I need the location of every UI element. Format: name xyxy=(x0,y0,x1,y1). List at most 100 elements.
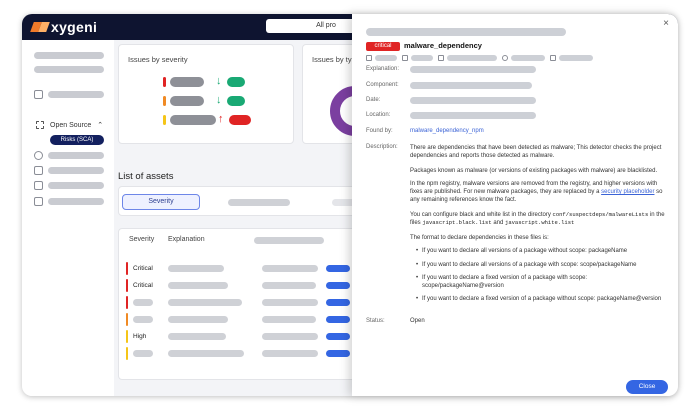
action-chip[interactable] xyxy=(326,316,350,323)
sidebar-item[interactable] xyxy=(48,198,104,205)
severity-filter-button[interactable]: Severity xyxy=(122,194,200,210)
sidebar-item[interactable] xyxy=(48,152,104,159)
description-paragraph: Packages known as malware (or versions o… xyxy=(410,168,658,174)
logo-text: xygeni xyxy=(51,19,98,35)
severity-marker xyxy=(126,330,128,343)
filter-option[interactable] xyxy=(228,199,290,206)
panel-header-placeholder xyxy=(366,28,566,36)
cell xyxy=(168,316,228,323)
meta-icon xyxy=(366,55,372,61)
action-chip[interactable] xyxy=(326,299,350,306)
location-value xyxy=(410,112,536,119)
sidebar-item[interactable] xyxy=(34,66,104,73)
tool-icon xyxy=(550,55,556,61)
column-header-severity[interactable]: Severity xyxy=(129,236,154,243)
list-item: If you want to declare all versions of a… xyxy=(416,261,670,269)
sidebar-item-label: Open Source xyxy=(50,121,92,129)
description-paragraph: In the npm registry, malware versions ar… xyxy=(410,181,663,204)
cell xyxy=(168,299,242,306)
security-placeholder-link[interactable]: security placeholder xyxy=(601,189,654,195)
code-snippet: javascript.white.list xyxy=(505,219,575,227)
cell xyxy=(262,299,318,306)
chevron-up-icon: ⌃ xyxy=(97,122,104,129)
cell xyxy=(262,282,316,289)
medium-marker xyxy=(163,96,166,106)
cell xyxy=(133,316,153,323)
severity-marker xyxy=(126,262,128,275)
arrow-up-icon: ↑ xyxy=(218,113,224,125)
meta-value xyxy=(375,55,397,61)
sidebar: Open Source ⌃ Risks (SCA) xyxy=(22,40,114,396)
list-item: If you want to declare a fixed version o… xyxy=(416,274,670,290)
action-chip[interactable] xyxy=(326,333,350,340)
sidebar-item[interactable] xyxy=(48,167,104,174)
severity-marker xyxy=(126,296,128,309)
description-paragraph: You can configure black and white list i… xyxy=(410,211,665,227)
trend-pill xyxy=(227,77,245,87)
card-title: Issues by typ xyxy=(312,55,356,64)
meta-value xyxy=(559,55,593,61)
component-value xyxy=(410,82,532,89)
close-icon[interactable]: × xyxy=(663,18,669,29)
column-header-explanation[interactable]: Explanation xyxy=(168,236,205,243)
severity-bar xyxy=(170,96,204,106)
severity-label: Critical xyxy=(133,282,153,289)
component-label: Component: xyxy=(366,82,399,88)
logo-icon xyxy=(32,20,48,34)
severity-bar xyxy=(170,77,204,87)
found-by-link[interactable]: malware_dependency_npm xyxy=(410,128,484,134)
meta-icon xyxy=(402,55,408,61)
high-marker xyxy=(163,115,166,125)
explanation-value xyxy=(410,66,536,73)
sidebar-item[interactable] xyxy=(48,91,104,98)
cell xyxy=(262,333,318,340)
severity-bar xyxy=(170,115,216,125)
sidebar-item[interactable] xyxy=(34,52,104,59)
cell xyxy=(168,333,226,340)
date-value xyxy=(410,97,536,104)
settings-icon xyxy=(34,197,43,206)
list-of-assets-title: List of assets xyxy=(118,171,174,182)
cell xyxy=(262,350,318,357)
cell xyxy=(168,282,228,289)
sidebar-item-open-source[interactable]: Open Source ⌃ xyxy=(36,121,103,129)
meta-value xyxy=(411,55,433,61)
meta-value xyxy=(447,55,497,61)
severity-label: High xyxy=(133,333,147,340)
action-chip[interactable] xyxy=(326,265,350,272)
sidebar-item-risks-sca[interactable]: Risks (SCA) xyxy=(50,135,104,145)
card-title: Issues by severity xyxy=(128,55,188,64)
code-snippet: conf/suspectdeps/malwareLists xyxy=(552,211,649,218)
issue-detail-panel: × critical malware_dependency Explanatio… xyxy=(352,14,678,396)
code-snippet: javascript.black.list xyxy=(422,219,492,227)
critical-marker xyxy=(163,77,166,87)
severity-marker xyxy=(126,279,128,292)
close-button[interactable]: Close xyxy=(626,380,668,394)
cell xyxy=(262,316,316,323)
severity-badge: critical xyxy=(366,42,400,51)
cell xyxy=(133,299,153,306)
cell xyxy=(168,265,224,272)
status-value: Open xyxy=(410,318,425,324)
description-paragraph: There are dependencies that have been de… xyxy=(410,145,662,160)
arrow-down-icon: ↓ xyxy=(216,75,222,87)
xygeni-logo[interactable]: xygeni xyxy=(32,19,97,35)
refresh-icon xyxy=(502,55,508,61)
explanation-label: Explanation: xyxy=(366,66,400,72)
found-by-label: Found by: xyxy=(366,128,393,134)
arrow-down-icon: ↓ xyxy=(216,94,222,106)
document-icon xyxy=(34,181,43,190)
action-chip[interactable] xyxy=(326,350,350,357)
date-label: Date: xyxy=(366,97,381,103)
trend-pill xyxy=(227,96,245,106)
package-icon xyxy=(34,166,43,175)
filter-icon xyxy=(34,90,43,99)
issues-by-severity-card: Issues by severity ↓ ↓ ↑ xyxy=(118,44,294,144)
action-chip[interactable] xyxy=(326,282,350,289)
column-header[interactable] xyxy=(254,237,324,244)
sidebar-item[interactable] xyxy=(48,182,104,189)
list-item: If you want to declare all versions of a… xyxy=(416,247,670,255)
cell xyxy=(168,350,244,357)
severity-marker xyxy=(126,313,128,326)
cell xyxy=(262,265,318,272)
